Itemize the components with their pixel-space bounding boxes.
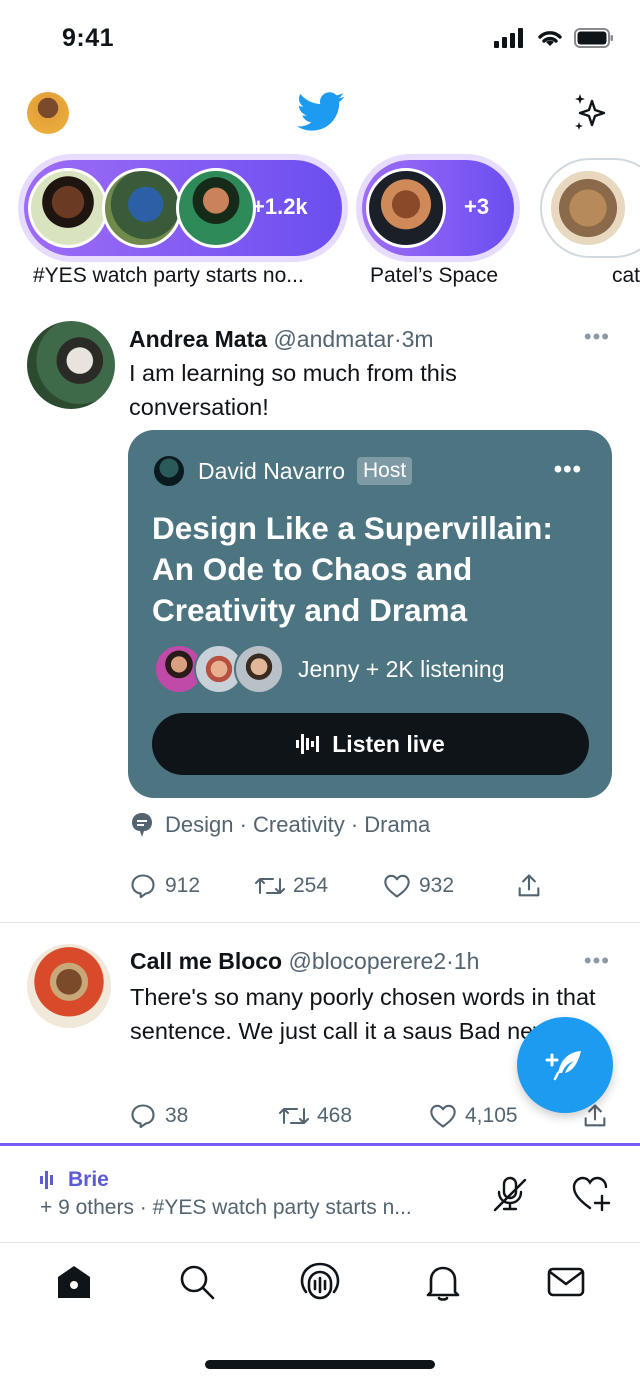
status-time: 9:41 — [62, 24, 115, 52]
tweet-header: Andrea Mata @andmatar·3m — [129, 326, 434, 353]
space-title: Design Like a Supervillain: An Ode to Ch… — [152, 510, 553, 628]
tweet-header: Call me Bloco @blocoperere2·1h — [130, 948, 479, 975]
tweet-time: 1h — [453, 948, 480, 974]
like-button[interactable]: 932 — [383, 873, 515, 899]
retweet-icon — [279, 1108, 309, 1124]
space-avatar — [366, 168, 446, 248]
tweet-time: 3m — [401, 326, 434, 352]
spaces-row: +1.2k #YES watch party starts no... +3 P… — [0, 160, 640, 290]
docked-space-bar[interactable]: Brie + 9 others · #YES watch party start… — [0, 1143, 640, 1243]
tweet-separator: · — [446, 948, 454, 974]
home-icon[interactable] — [54, 1262, 94, 1302]
compose-tweet-button[interactable] — [517, 1017, 613, 1113]
sparkle-icon[interactable] — [572, 92, 612, 132]
reply-count: 38 — [165, 1104, 189, 1127]
space-caption: Patel’s Space — [370, 264, 499, 287]
tweet-more-button[interactable]: ••• — [584, 948, 610, 974]
space-host: David Navarro Host — [152, 454, 413, 488]
space-listener-count: +3 — [464, 194, 490, 219]
reply-button[interactable]: 912 — [129, 872, 255, 900]
dock-speaker: Brie — [40, 1168, 109, 1192]
search-icon[interactable] — [177, 1262, 217, 1302]
space-avatar — [548, 168, 628, 248]
battery-icon — [574, 28, 613, 48]
reply-button[interactable]: 38 — [129, 1102, 279, 1130]
status-bar: 9:41 — [0, 0, 640, 80]
notifications-bell-icon[interactable] — [423, 1262, 463, 1302]
listeners-count: Jenny + 2K listening — [298, 655, 505, 682]
tweet-avatar[interactable] — [27, 944, 111, 1028]
reply-icon — [131, 1104, 155, 1129]
dock-subtitle: + 9 others · #YES watch party starts n..… — [40, 1196, 412, 1219]
space-pill-patels-space[interactable]: +3 — [362, 160, 514, 256]
space-avatar — [28, 168, 108, 248]
tweet-text: I am learning so much from this conversa… — [129, 360, 457, 420]
retweet-icon — [255, 878, 285, 894]
listen-live-label: Listen live — [332, 730, 445, 757]
messages-envelope-icon[interactable] — [546, 1262, 586, 1302]
space-caption: #YES watch party starts no... — [33, 264, 304, 287]
reply-icon — [131, 874, 155, 899]
spaces-icon[interactable] — [300, 1262, 340, 1302]
topic-icon — [132, 813, 152, 837]
like-count: 932 — [419, 874, 455, 897]
host-avatar — [152, 454, 186, 488]
bottom-tab-bar — [0, 1244, 640, 1324]
tweet-separator: · — [393, 326, 402, 352]
space-avatar — [176, 168, 256, 248]
mic-off-icon[interactable] — [490, 1174, 530, 1214]
space-pill-cat[interactable] — [542, 160, 640, 256]
tweet-avatar[interactable] — [27, 321, 115, 409]
heart-plus-icon[interactable] — [570, 1174, 612, 1214]
home-indicator — [205, 1360, 435, 1369]
top-header — [0, 88, 640, 138]
heart-icon — [384, 874, 410, 898]
listen-live-button[interactable]: Listen live — [152, 713, 589, 775]
retweet-count: 468 — [317, 1104, 353, 1127]
twitter-logo-icon[interactable] — [297, 92, 345, 132]
tweet-author-handle[interactable]: @andmatar — [273, 326, 394, 352]
tweet-author-name[interactable]: Andrea Mata — [129, 326, 267, 352]
space-card-more-button[interactable]: ••• — [554, 456, 582, 484]
share-button[interactable] — [515, 872, 543, 900]
topics-text[interactable]: Design · Creativity · Drama — [165, 812, 430, 838]
signal-icon — [494, 28, 523, 48]
space-listener-count: +1.2k — [252, 194, 308, 219]
tweet-actions: 38 468 4,105 — [129, 1102, 609, 1130]
retweet-button[interactable]: 468 — [279, 1103, 429, 1129]
space-topics: Design · Creativity · Drama — [131, 812, 430, 838]
status-icons — [494, 28, 614, 48]
tweet-more-button[interactable]: ••• — [584, 324, 610, 350]
compose-feather-icon — [545, 1051, 581, 1081]
reply-count: 912 — [165, 874, 201, 897]
retweet-count: 254 — [293, 874, 329, 897]
space-caption: cat — [612, 264, 640, 287]
space-listeners: Jenny + 2K listening — [154, 644, 505, 694]
like-count: 4,105 — [465, 1104, 518, 1127]
profile-avatar[interactable] — [27, 92, 69, 134]
wifi-icon — [538, 31, 562, 46]
host-name: David Navarro — [198, 457, 345, 484]
tweet-author-handle[interactable]: @blocoperere2 — [289, 948, 447, 974]
tweet-divider — [0, 922, 640, 923]
retweet-button[interactable]: 254 — [255, 873, 383, 899]
space-avatar — [102, 168, 182, 248]
host-badge: Host — [357, 457, 413, 485]
soundwave-icon — [40, 1171, 53, 1189]
space-card[interactable]: David Navarro Host ••• Design Like a Sup… — [128, 430, 612, 798]
listener-avatar — [234, 644, 284, 694]
tweet-author-name[interactable]: Call me Bloco — [130, 948, 282, 974]
dock-speaker-name: Brie — [68, 1168, 109, 1191]
share-icon — [518, 874, 540, 897]
heart-icon — [430, 1104, 456, 1128]
space-pill-yes-watch-party[interactable]: +1.2k — [24, 160, 342, 256]
soundwave-icon — [296, 734, 320, 754]
tweet-actions: 912 254 932 — [129, 872, 543, 900]
